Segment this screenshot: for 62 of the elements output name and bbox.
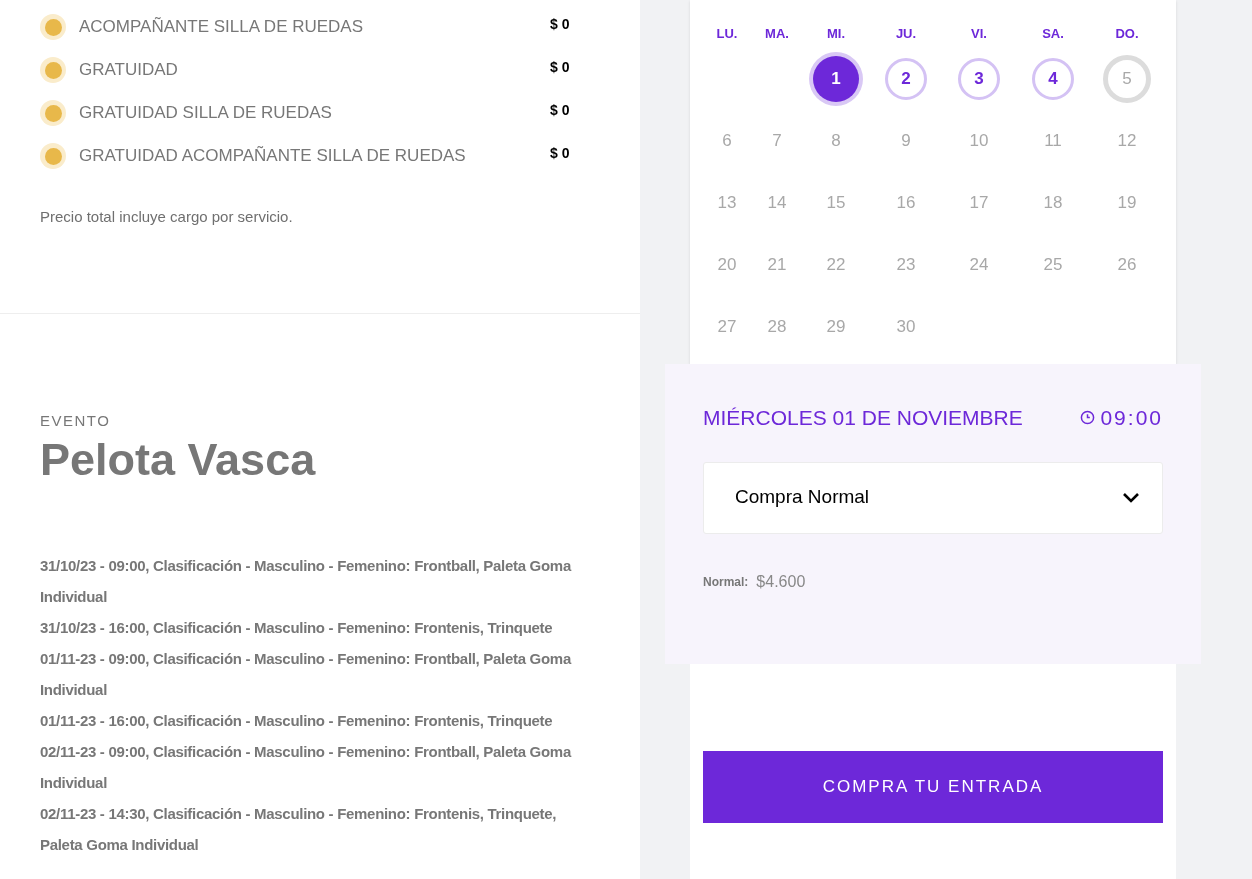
weekday-label: JU.	[894, 25, 918, 43]
calendar-day: 16	[896, 190, 916, 216]
schedule-entry: 02/11-23 - 09:00, Clasificación - Masculino - Femenino: Frontball, Paleta Goma Individual	[40, 742, 573, 793]
ticket-type-name: ACOMPAÑANTE SILLA DE RUEDAS	[79, 16, 365, 38]
weekday-label: MA.	[764, 25, 790, 43]
calendar-day[interactable]: 1	[813, 56, 859, 102]
schedule-entry: 01/11-23 - 09:00, Clasificación - Masculino - Femenino: Frontball, Paleta Goma Individual	[40, 649, 573, 700]
calendar-day: 22	[826, 252, 846, 278]
buy-ticket-button[interactable]: COMPRA TU ENTRADA	[703, 751, 1163, 823]
calendar-day: 7	[772, 128, 782, 154]
calendar-day[interactable]: 3	[958, 58, 1000, 100]
calendar-day: 12	[1117, 128, 1137, 154]
weekday-label: MI.	[825, 25, 847, 43]
ticket-price: $ 0	[550, 58, 570, 77]
ticket-price: $ 0	[550, 101, 570, 120]
ticket-price: $ 0	[550, 15, 570, 34]
calendar-day: 26	[1117, 252, 1137, 278]
event-title: Pelota Vasca	[40, 433, 317, 487]
selected-date: MIÉRCOLES 01 DE NOVIEMBRE	[703, 405, 1023, 431]
weekday-label: DO.	[1114, 25, 1140, 43]
calendar-day: 15	[826, 190, 846, 216]
price-note: Precio total incluye cargo por servicio.	[40, 207, 294, 227]
schedule-entry: 01/11-23 - 16:00, Clasificación - Masculino - Femenino: Frontenis, Trinquete	[40, 711, 554, 731]
calendar-day: 13	[717, 190, 737, 216]
calendar-day: 9	[901, 128, 911, 154]
weekday-label: VI.	[970, 25, 988, 43]
calendar-day: 14	[767, 190, 787, 216]
calendar-day: 25	[1043, 252, 1063, 278]
weekday-label: SA.	[1041, 25, 1065, 43]
selected-time: 09:00	[1100, 405, 1163, 431]
calendar-day: 6	[722, 128, 732, 154]
ticket-price-value: $4.600	[756, 571, 806, 592]
calendar-day[interactable]: 2	[885, 58, 927, 100]
calendar-day: 29	[826, 314, 846, 340]
ticket-type-name: GRATUIDAD ACOMPAÑANTE SILLA DE RUEDAS	[79, 145, 467, 167]
calendar-day: 18	[1043, 190, 1063, 216]
calendar-day: 5	[1103, 55, 1151, 103]
purchase-type-select[interactable]: Compra Normal	[703, 461, 1163, 534]
calendar-day: 28	[767, 314, 787, 340]
schedule-entry: 31/10/23 - 16:00, Clasificación - Masculino - Femenino: Frontenis, Trinquete	[40, 618, 554, 638]
calendar-day: 11	[1044, 128, 1062, 154]
ticket-price: $ 0	[550, 144, 570, 163]
event-label: EVENTO	[40, 410, 112, 431]
price-label: Normal:	[703, 573, 749, 591]
calendar-day: 24	[969, 252, 989, 278]
ticket-type-name: GRATUIDAD SILLA DE RUEDAS	[79, 102, 333, 124]
calendar-day: 8	[831, 128, 841, 154]
schedule-entry: 02/11-23 - 14:30, Clasificación - Masculino - Femenino: Frontenis, Trinquete, Paleta Goma Individual	[40, 804, 558, 855]
calendar-day: 27	[717, 314, 737, 340]
calendar-day: 20	[717, 252, 737, 278]
calendar-day: 17	[969, 190, 989, 216]
calendar-day: 23	[896, 252, 916, 278]
ticket-type-name: GRATUIDAD	[79, 59, 179, 81]
calendar-day: 30	[896, 314, 916, 340]
schedule-entry: 31/10/23 - 09:00, Clasificación - Masculino - Femenino: Frontball, Paleta Goma Individual	[40, 556, 573, 607]
clock-icon	[1080, 410, 1096, 426]
calendar-day: 21	[767, 252, 787, 278]
calendar-day[interactable]: 4	[1032, 58, 1074, 100]
calendar-day: 19	[1117, 190, 1137, 216]
chevron-down-icon	[1122, 491, 1140, 504]
weekday-label: LU.	[715, 25, 739, 43]
calendar-day: 10	[969, 128, 989, 154]
